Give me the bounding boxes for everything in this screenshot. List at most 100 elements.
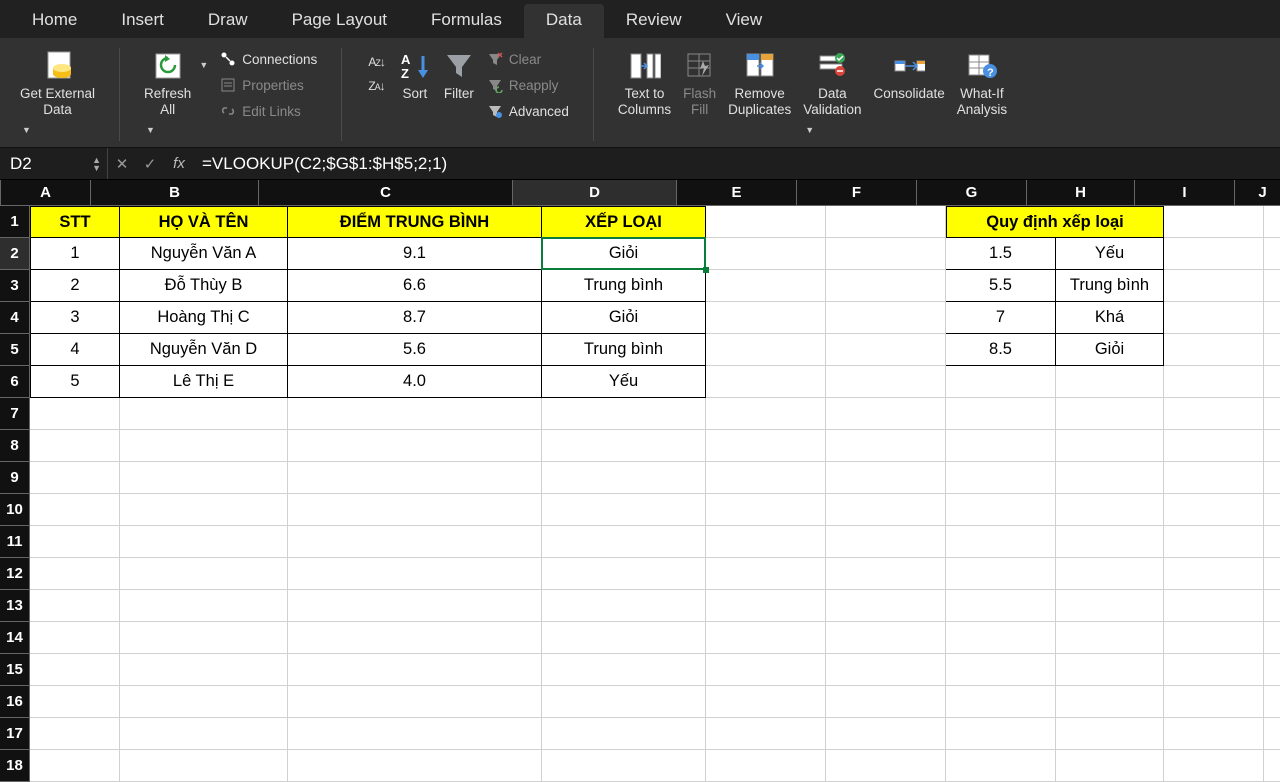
cell[interactable] — [288, 526, 542, 558]
cell[interactable] — [826, 750, 946, 782]
cell[interactable] — [120, 558, 288, 590]
cell-grid[interactable]: STTHỌ VÀ TÊNĐIỂM TRUNG BÌNHXẾP LOẠI1Nguy… — [30, 206, 1280, 782]
cell[interactable] — [1264, 334, 1280, 366]
cell[interactable] — [30, 494, 120, 526]
cell[interactable] — [288, 654, 542, 686]
enter-icon[interactable]: ✓ — [136, 148, 164, 179]
cell[interactable] — [946, 622, 1056, 654]
cell[interactable]: 9.1 — [288, 238, 542, 270]
cell[interactable] — [1056, 686, 1164, 718]
cell[interactable] — [288, 398, 542, 430]
cell[interactable] — [1264, 398, 1280, 430]
cell[interactable] — [542, 398, 706, 430]
cell[interactable] — [1056, 526, 1164, 558]
cell[interactable] — [30, 462, 120, 494]
cell[interactable] — [1056, 654, 1164, 686]
row-header-10[interactable]: 10 — [0, 494, 30, 526]
cell[interactable] — [1056, 622, 1164, 654]
col-header-J[interactable]: J — [1235, 180, 1280, 206]
cell[interactable] — [120, 750, 288, 782]
cell[interactable]: Trung bình — [542, 270, 706, 302]
cell[interactable] — [288, 430, 542, 462]
cell[interactable] — [706, 430, 826, 462]
row-header-11[interactable]: 11 — [0, 526, 30, 558]
cell[interactable] — [288, 718, 542, 750]
cell[interactable] — [706, 590, 826, 622]
advanced-button[interactable]: Advanced — [481, 100, 575, 122]
row-header-15[interactable]: 15 — [0, 654, 30, 686]
cell[interactable] — [1164, 206, 1264, 238]
cell[interactable]: Hoàng Thị C — [120, 302, 288, 334]
cell[interactable] — [1056, 366, 1164, 398]
cell[interactable] — [826, 686, 946, 718]
cell[interactable] — [706, 462, 826, 494]
cell[interactable] — [1164, 366, 1264, 398]
cell[interactable] — [1056, 590, 1164, 622]
what-if-button[interactable]: ? What-If Analysis — [951, 46, 1013, 122]
cell[interactable]: STT — [30, 206, 120, 238]
cell[interactable] — [826, 558, 946, 590]
cell[interactable] — [1164, 654, 1264, 686]
cell[interactable] — [1264, 686, 1280, 718]
cell[interactable] — [946, 462, 1056, 494]
cell[interactable]: Giỏi — [542, 238, 706, 270]
sort-button[interactable]: AZ Sort — [393, 46, 437, 106]
cell[interactable] — [542, 462, 706, 494]
cell[interactable] — [288, 590, 542, 622]
tab-review[interactable]: Review — [604, 4, 704, 38]
filter-button[interactable]: Filter — [437, 46, 481, 106]
cell[interactable] — [826, 334, 946, 366]
cell[interactable]: 1 — [30, 238, 120, 270]
col-header-I[interactable]: I — [1135, 180, 1235, 206]
cell[interactable]: Giỏi — [1056, 334, 1164, 366]
row-header-3[interactable]: 3 — [0, 270, 30, 302]
cell[interactable] — [542, 622, 706, 654]
cell[interactable] — [1264, 590, 1280, 622]
cell[interactable] — [542, 430, 706, 462]
cell[interactable] — [1164, 718, 1264, 750]
col-header-D[interactable]: D — [513, 180, 677, 206]
row-header-1[interactable]: 1 — [0, 206, 30, 238]
cell[interactable]: 5.5 — [946, 270, 1056, 302]
cell[interactable] — [1264, 206, 1280, 238]
cell[interactable] — [946, 366, 1056, 398]
col-header-G[interactable]: G — [917, 180, 1027, 206]
row-header-6[interactable]: 6 — [0, 366, 30, 398]
cell[interactable] — [826, 654, 946, 686]
connections-button[interactable]: Connections — [214, 48, 323, 70]
cell[interactable] — [1056, 430, 1164, 462]
cell[interactable] — [706, 494, 826, 526]
cell[interactable] — [946, 430, 1056, 462]
cell[interactable] — [30, 718, 120, 750]
cell[interactable] — [1264, 526, 1280, 558]
cell[interactable] — [706, 270, 826, 302]
cell[interactable] — [288, 462, 542, 494]
cell[interactable] — [1164, 622, 1264, 654]
cell[interactable] — [1164, 590, 1264, 622]
cell[interactable] — [706, 654, 826, 686]
cell[interactable] — [946, 686, 1056, 718]
cell[interactable]: 5 — [30, 366, 120, 398]
row-header-16[interactable]: 16 — [0, 686, 30, 718]
row-header-2[interactable]: 2 — [0, 238, 30, 270]
text-to-columns-button[interactable]: Text to Columns — [612, 46, 677, 122]
col-header-H[interactable]: H — [1027, 180, 1135, 206]
chevron-down-icon[interactable]: ▼ — [199, 60, 208, 70]
cell[interactable] — [706, 302, 826, 334]
cell[interactable] — [120, 686, 288, 718]
cell[interactable] — [826, 238, 946, 270]
cell[interactable] — [826, 590, 946, 622]
cell[interactable]: ĐIỂM TRUNG BÌNH — [288, 206, 542, 238]
row-header-18[interactable]: 18 — [0, 750, 30, 782]
consolidate-button[interactable]: Consolidate — [868, 46, 951, 106]
cell[interactable] — [826, 718, 946, 750]
cell[interactable] — [30, 590, 120, 622]
tab-insert[interactable]: Insert — [99, 4, 186, 38]
tab-home[interactable]: Home — [10, 4, 99, 38]
row-header-17[interactable]: 17 — [0, 718, 30, 750]
row-header-7[interactable]: 7 — [0, 398, 30, 430]
cell[interactable] — [706, 206, 826, 238]
cell[interactable] — [120, 718, 288, 750]
row-header-9[interactable]: 9 — [0, 462, 30, 494]
cell[interactable] — [1264, 462, 1280, 494]
